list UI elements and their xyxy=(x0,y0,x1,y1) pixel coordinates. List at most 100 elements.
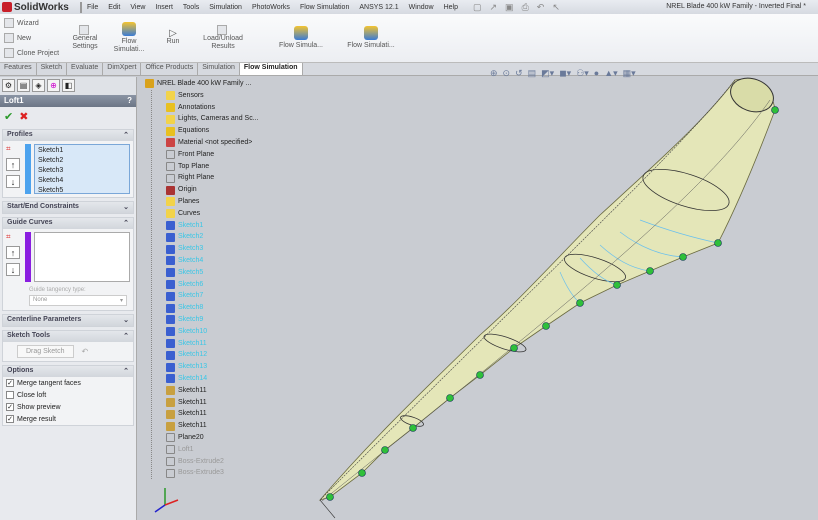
guide-point[interactable] xyxy=(714,239,722,247)
tree-item[interactable]: Sketch5 xyxy=(166,267,275,279)
checkbox[interactable] xyxy=(6,391,14,399)
select-icon[interactable]: ↖ xyxy=(552,2,560,13)
tab-sketch[interactable]: Sketch xyxy=(37,63,68,75)
tree-item[interactable]: Annotations xyxy=(166,102,275,114)
zoom-area-icon[interactable]: ⊙ xyxy=(503,68,511,79)
display-manager-tab-icon[interactable]: ◧ xyxy=(62,79,75,92)
app-logo[interactable]: SolidWorks xyxy=(0,1,82,13)
clone-project-button[interactable]: Clone Project xyxy=(4,47,59,58)
tree-item[interactable]: Top Plane xyxy=(166,161,275,173)
option-show-preview[interactable]: ✓ Show preview xyxy=(3,401,133,413)
tree-item[interactable]: Sketch11 xyxy=(166,408,275,420)
save-icon[interactable]: ▣ xyxy=(505,2,514,13)
drag-sketch-button[interactable]: Drag Sketch xyxy=(17,345,74,358)
profile-item[interactable]: Sketch2 xyxy=(38,156,126,166)
menu-ansys-12-1[interactable]: ANSYS 12.1 xyxy=(354,4,403,11)
menu-window[interactable]: Window xyxy=(404,4,439,11)
guide-point[interactable] xyxy=(613,281,621,289)
tree-item[interactable]: Sketch11 xyxy=(166,420,275,432)
feature-manager-tab-icon[interactable]: ⚙ xyxy=(2,79,15,92)
tree-item[interactable]: Plane20 xyxy=(166,432,275,444)
help-button[interactable]: ? xyxy=(127,96,132,106)
appearance-icon[interactable]: ● xyxy=(594,68,599,79)
option-merge-result[interactable]: ✓ Merge result xyxy=(3,413,133,425)
checkbox[interactable]: ✓ xyxy=(6,415,14,423)
guide-curves-header[interactable]: Guide Curves ⌃ xyxy=(3,218,133,229)
tree-item[interactable]: Front Plane xyxy=(166,149,275,161)
menu-tools[interactable]: Tools xyxy=(178,4,204,11)
menu-insert[interactable]: Insert xyxy=(150,4,178,11)
scene-icon[interactable]: ▲▾ xyxy=(604,68,617,79)
move-up-button[interactable]: ↑ xyxy=(6,246,20,259)
guide-point[interactable] xyxy=(358,469,366,477)
display-style-icon[interactable]: ◼▾ xyxy=(559,68,571,79)
profile-item[interactable]: Sketch4 xyxy=(38,176,126,186)
checkbox[interactable]: ✓ xyxy=(6,403,14,411)
tree-item[interactable]: Sketch11 xyxy=(166,338,275,350)
profile-item[interactable]: Sketch3 xyxy=(38,166,126,176)
move-down-button[interactable]: ↓ xyxy=(6,175,20,188)
tree-item[interactable]: Sketch14 xyxy=(166,373,275,385)
menu-help[interactable]: Help xyxy=(439,4,463,11)
section-view-icon[interactable]: ▤ xyxy=(528,68,537,79)
tree-item[interactable]: Equations xyxy=(166,125,275,137)
guide-tangency-select[interactable]: None ▾ xyxy=(29,295,127,306)
options-header[interactable]: Options ⌃ xyxy=(3,366,133,377)
guide-point[interactable] xyxy=(381,446,389,454)
flow-simulation-button-3[interactable]: Flow Simulati... xyxy=(341,14,401,62)
view-orientation-icon[interactable]: ◩▾ xyxy=(541,68,554,79)
tab-simulation[interactable]: Simulation xyxy=(198,63,240,75)
checkbox[interactable]: ✓ xyxy=(6,379,14,387)
guide-point[interactable] xyxy=(646,267,654,275)
tree-item[interactable]: Sketch10 xyxy=(166,326,275,338)
menu-photoworks[interactable]: PhotoWorks xyxy=(247,4,295,11)
tab-office-products[interactable]: Office Products xyxy=(141,63,199,75)
menu-flow-simulation[interactable]: Flow Simulation xyxy=(295,4,354,11)
tree-item[interactable]: Origin xyxy=(166,184,275,196)
tree-item[interactable]: Sketch8 xyxy=(166,302,275,314)
tree-item[interactable]: Sketch13 xyxy=(166,361,275,373)
tree-root[interactable]: NREL Blade 400 kW Family ... xyxy=(145,78,275,90)
guide-point[interactable] xyxy=(446,394,454,402)
profiles-header[interactable]: Profiles ⌃ xyxy=(3,130,133,141)
profile-item[interactable]: Sketch5 xyxy=(38,186,126,193)
tree-item[interactable]: Sketch4 xyxy=(166,255,275,267)
tree-item[interactable]: Sketch12 xyxy=(166,349,275,361)
tree-item[interactable]: Sketch7 xyxy=(166,290,275,302)
dimxpert-tab-icon[interactable]: ⊕ xyxy=(47,79,60,92)
undo-icon[interactable]: ↶ xyxy=(82,347,89,356)
start-end-header[interactable]: Start/End Constraints ⌄ xyxy=(3,202,133,213)
tree-item[interactable]: Sketch3 xyxy=(166,243,275,255)
run-button[interactable]: ▷ Run xyxy=(151,14,195,62)
cancel-icon[interactable]: ✖ xyxy=(19,110,28,123)
tab-dimxpert[interactable]: DimXpert xyxy=(103,63,142,75)
new-file-icon[interactable]: ▢ xyxy=(473,2,482,13)
view-settings-icon[interactable]: ▦▾ xyxy=(623,68,636,79)
guide-point[interactable] xyxy=(542,322,550,330)
tree-item[interactable]: Sketch9 xyxy=(166,314,275,326)
tree-item[interactable]: Lights, Cameras and Sc... xyxy=(166,113,275,125)
option-merge-tangent-faces[interactable]: ✓ Merge tangent faces xyxy=(3,377,133,389)
tree-item[interactable]: Boss-Extrude2 xyxy=(166,456,275,468)
profile-item[interactable]: Sketch1 xyxy=(38,146,126,156)
tree-item[interactable]: Planes xyxy=(166,196,275,208)
tab-flow-simulation[interactable]: Flow Simulation xyxy=(239,63,303,75)
tree-item[interactable]: Sketch2 xyxy=(166,231,275,243)
move-down-button[interactable]: ↓ xyxy=(6,263,20,276)
guide-curves-list[interactable] xyxy=(34,232,130,282)
guide-point[interactable] xyxy=(576,299,584,307)
new-button[interactable]: New xyxy=(4,32,59,43)
guide-point[interactable] xyxy=(409,424,417,432)
tree-item[interactable]: Curves xyxy=(166,208,275,220)
tab-features[interactable]: Features xyxy=(0,63,37,75)
centerline-header[interactable]: Centerline Parameters ⌄ xyxy=(3,315,133,326)
move-up-button[interactable]: ↑ xyxy=(6,158,20,171)
tree-item[interactable]: Boss-Extrude3 xyxy=(166,467,275,479)
open-icon[interactable]: ↗ xyxy=(490,2,498,13)
menu-file[interactable]: File xyxy=(82,4,103,11)
profiles-list[interactable]: Sketch1 Sketch2 Sketch3 Sketch4 Sketch5 xyxy=(34,144,130,194)
sketch-tools-header[interactable]: Sketch Tools ⌃ xyxy=(3,331,133,342)
tree-item[interactable]: Sketch6 xyxy=(166,279,275,291)
flow-simulation-button-1[interactable]: Flow Simulati... xyxy=(107,14,151,62)
guide-point[interactable] xyxy=(326,493,334,501)
